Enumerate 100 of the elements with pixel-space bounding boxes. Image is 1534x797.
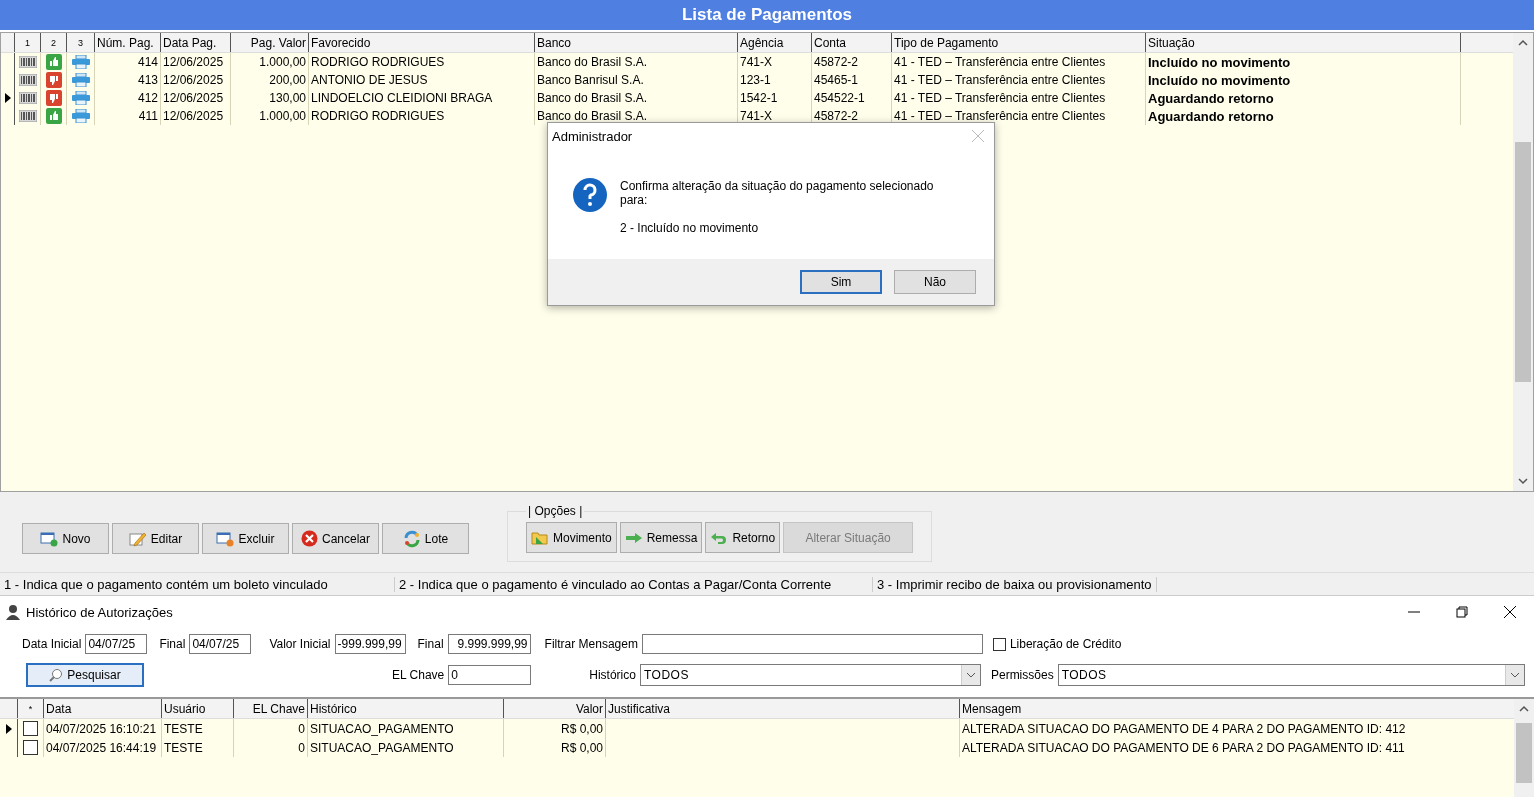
permissions-dropdown[interactable]: TODOS	[1057, 664, 1525, 686]
checkbox-label: Liberação de Crédito	[1009, 637, 1122, 651]
column-header[interactable]: Agência	[738, 33, 812, 52]
printer-icon[interactable]	[71, 55, 90, 69]
vertical-scrollbar[interactable]	[1514, 699, 1534, 797]
column-header[interactable]: Favorecido	[309, 33, 535, 52]
dialog-title: Administrador	[552, 128, 633, 144]
dialog-button[interactable]: Sim	[800, 270, 882, 294]
table-cell: 411	[95, 107, 161, 125]
action-button[interactable]: Editar	[112, 523, 199, 554]
field-label: Final	[417, 637, 444, 651]
column-header[interactable]: Núm. Pag.	[95, 33, 161, 52]
table-cell: Incluído no movimento	[1146, 53, 1461, 71]
action-button[interactable]: Novo	[22, 523, 109, 554]
table-cell: R$ 0,00	[504, 719, 606, 738]
barcode-icon[interactable]	[18, 56, 37, 68]
table-cell: 741-X	[738, 53, 812, 71]
column-header[interactable]: 3	[67, 33, 95, 52]
table-cell: 130,00	[231, 89, 309, 107]
vertical-scrollbar[interactable]	[1513, 33, 1533, 491]
table-cell: 0	[234, 719, 308, 738]
thumbs-up-icon[interactable]	[45, 108, 62, 124]
table-cell: 41 - TED – Transferência entre Clientes	[892, 71, 1146, 89]
column-header[interactable]: Data	[44, 699, 162, 718]
action-button[interactable]: Excluir	[202, 523, 289, 554]
action-button[interactable]: Cancelar	[292, 523, 379, 554]
column-header[interactable]: Usuário	[162, 699, 234, 718]
value-field[interactable]: -999.999,99	[334, 634, 406, 654]
table-cell: RODRIGO RODRIGUES	[309, 53, 535, 71]
scroll-up-icon[interactable]	[1519, 705, 1529, 713]
table-cell: 45465-1	[812, 71, 892, 89]
thumbs-down-icon[interactable]	[45, 90, 62, 106]
date-field[interactable]: 04/07/25	[85, 634, 148, 654]
field-label: Valor Inicial	[269, 637, 331, 651]
row-pointer-icon	[5, 723, 12, 734]
action-button[interactable]: Lote	[382, 523, 469, 554]
table-cell: Incluído no movimento	[1146, 71, 1461, 89]
chevron-down-icon	[1509, 672, 1520, 678]
scrollbar-thumb[interactable]	[1516, 723, 1532, 783]
window-title: Histórico de Autorizações	[26, 604, 173, 620]
group-title: | Opções |	[527, 504, 584, 518]
table-cell: LINDOELCIO CLEIDIONI BRAGA	[309, 89, 535, 107]
search-button[interactable]: Pesquisar	[26, 663, 144, 687]
thumbs-up-icon[interactable]	[45, 54, 62, 70]
printer-icon[interactable]	[71, 91, 90, 105]
scroll-down-icon[interactable]	[1518, 477, 1528, 485]
close-icon[interactable]	[1504, 606, 1516, 618]
checkbox[interactable]	[992, 637, 1006, 651]
field-label: Filtrar Mensagem	[544, 637, 638, 651]
date-field[interactable]: 04/07/25	[189, 634, 252, 654]
printer-icon[interactable]	[71, 73, 90, 87]
restore-icon[interactable]	[1456, 606, 1468, 618]
column-header[interactable]: Conta	[812, 33, 892, 52]
field-label: Histórico	[589, 668, 636, 682]
column-header[interactable]: *	[18, 699, 44, 718]
column-header[interactable]: Data Pag.	[161, 33, 231, 52]
right-arrow-icon	[624, 531, 643, 544]
pencil-paper-icon	[128, 530, 147, 547]
table-cell: 1542-1	[738, 89, 812, 107]
column-header[interactable]: Justificativa	[606, 699, 960, 718]
printer-icon[interactable]	[71, 109, 90, 123]
table-cell: SITUACAO_PAGAMENTO	[308, 738, 504, 757]
table-cell: 123-1	[738, 71, 812, 89]
message-field[interactable]	[641, 634, 983, 654]
barcode-icon[interactable]	[18, 92, 37, 104]
field-label: EL Chave	[392, 668, 445, 682]
thumbs-down-icon[interactable]	[45, 72, 62, 88]
barcode-icon[interactable]	[18, 110, 37, 122]
column-header[interactable]: 1	[15, 33, 41, 52]
option-button[interactable]: Remessa	[619, 522, 703, 553]
value-field[interactable]: 9.999.999,99	[447, 634, 531, 654]
checkbox[interactable]	[23, 740, 38, 755]
option-button[interactable]: Movimento	[526, 522, 617, 553]
table-cell: 1.000,00	[231, 53, 309, 71]
table-cell: Banco do Brasil S.A.	[535, 53, 738, 71]
table-cell: RODRIGO RODRIGUES	[309, 107, 535, 125]
cycle-arrows-icon	[402, 529, 421, 548]
table-cell: 41 - TED – Transferência entre Clientes	[892, 53, 1146, 71]
option-button[interactable]: Retorno	[705, 522, 781, 553]
column-header[interactable]: Valor	[504, 699, 606, 718]
table-cell: 12/06/2025	[161, 53, 231, 71]
column-header[interactable]: 2	[41, 33, 67, 52]
cancel-icon	[301, 530, 318, 547]
user-icon	[6, 604, 20, 620]
table-cell: 0	[234, 738, 308, 757]
history-dropdown[interactable]: TODOS	[639, 664, 981, 686]
key-field[interactable]: 0	[448, 665, 532, 685]
column-header[interactable]: Histórico	[308, 699, 504, 718]
scrollbar-thumb[interactable]	[1515, 142, 1531, 382]
column-header[interactable]: Situação	[1146, 33, 1461, 52]
column-header[interactable]: Tipo de Pagamento	[892, 33, 1146, 52]
column-header[interactable]: EL Chave	[234, 699, 308, 718]
scroll-up-icon[interactable]	[1518, 39, 1528, 47]
column-header[interactable]: Banco	[535, 33, 738, 52]
dialog-button[interactable]: Não	[894, 270, 976, 294]
column-header[interactable]: Pag. Valor	[231, 33, 309, 52]
folder-icon	[531, 529, 549, 546]
legend-text: 2 - Indica que o pagamento é vinculado ao Contas a Pagar/Conta Corrente	[395, 576, 873, 592]
checkbox[interactable]	[23, 721, 38, 736]
barcode-icon[interactable]	[18, 74, 37, 86]
